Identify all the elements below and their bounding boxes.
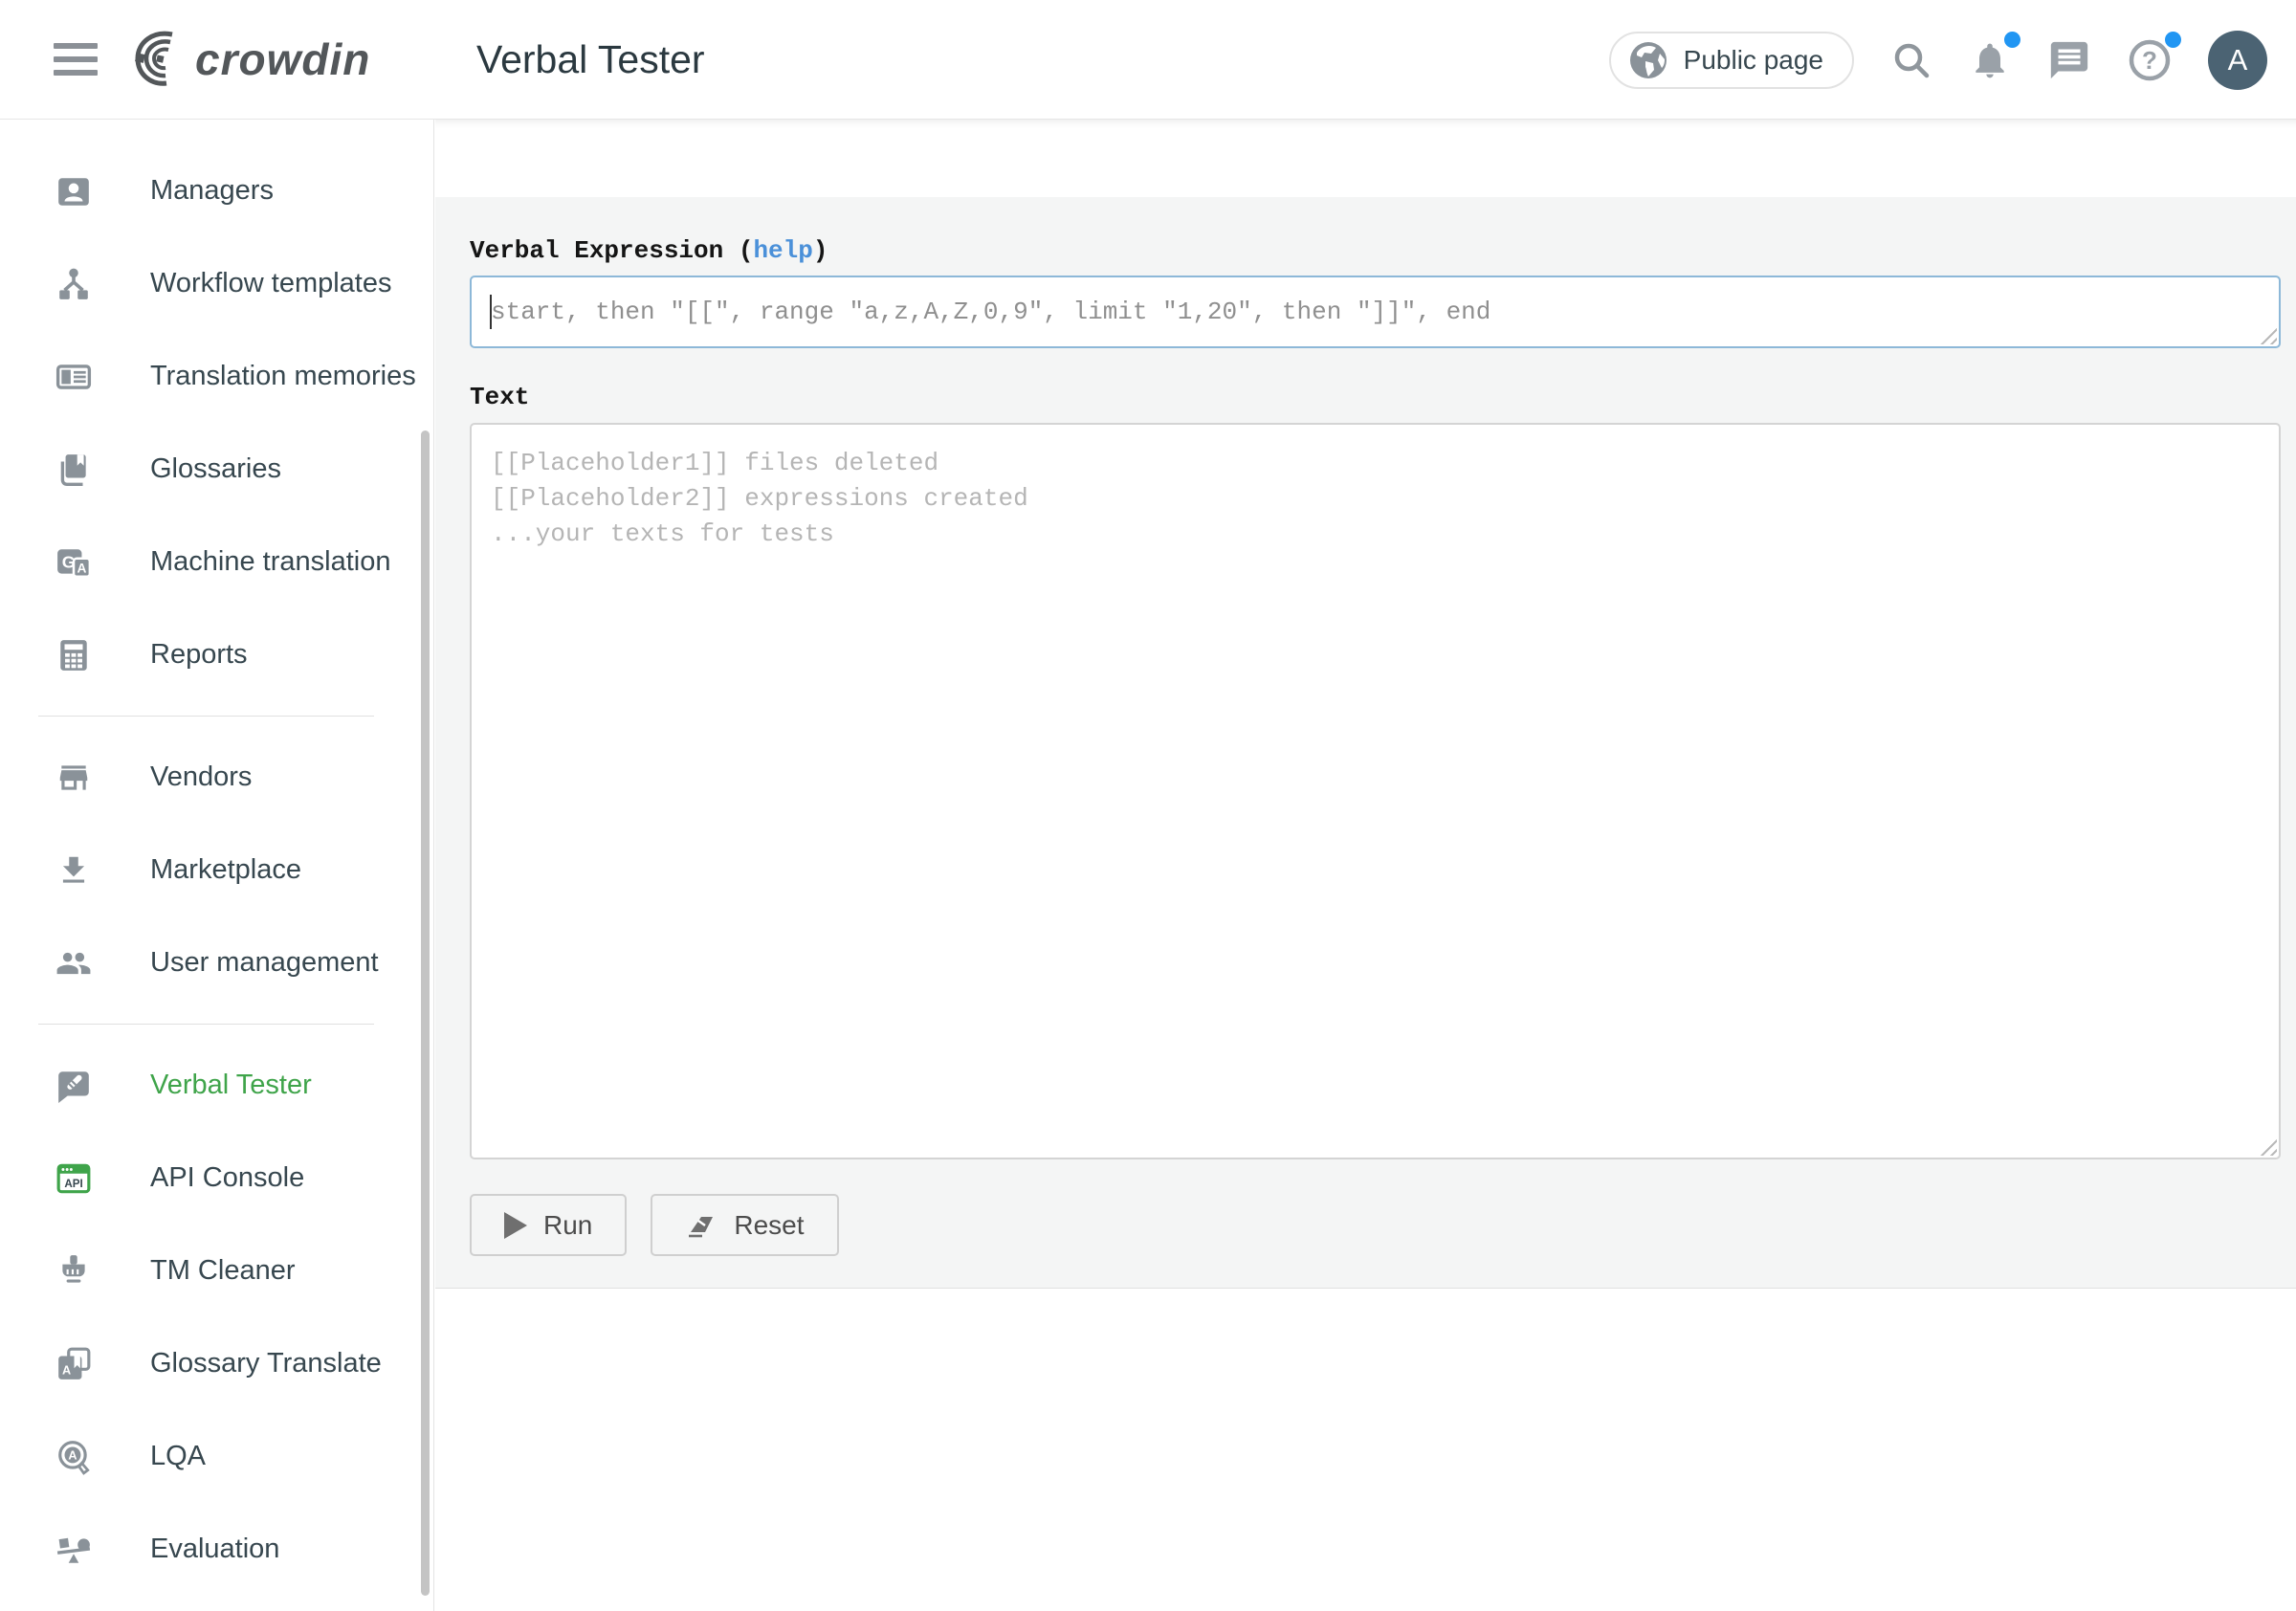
sidebar-item-label: Glossary Translate: [150, 1348, 382, 1379]
expression-input-wrap: [470, 276, 2281, 348]
run-button-label: Run: [543, 1210, 592, 1241]
svg-text:?: ?: [2142, 46, 2157, 75]
sidebar-item-managers[interactable]: Managers: [0, 144, 433, 237]
sidebar-item-label: Translation memories: [150, 361, 416, 392]
sidebar-divider: [38, 716, 374, 717]
translation-memories-icon: [55, 358, 93, 396]
glossary-translate-icon: A: [55, 1345, 93, 1383]
help-notification-dot: [2165, 32, 2181, 48]
sidebar-item-label: TM Cleaner: [150, 1255, 296, 1287]
sidebar-item-label: Vendors: [150, 761, 252, 793]
sidebar-item-label: API Console: [150, 1162, 304, 1194]
globe-icon: [1628, 40, 1668, 80]
crowdin-wordmark: crowdin: [195, 33, 370, 85]
sidebar-item-lqa[interactable]: A LQA: [0, 1410, 433, 1503]
actions-row: Run Reset: [470, 1194, 2281, 1256]
page-title: Verbal Tester: [476, 37, 705, 82]
verbal-expression-input[interactable]: [470, 276, 2281, 348]
sidebar-item-label: Workflow templates: [150, 268, 392, 299]
help-button[interactable]: ?: [2128, 38, 2172, 82]
hamburger-menu-icon[interactable]: [54, 43, 98, 76]
svg-text:A: A: [62, 1363, 71, 1377]
sidebar-item-label: Reports: [150, 639, 248, 671]
avatar[interactable]: A: [2208, 31, 2267, 90]
tm-cleaner-icon: [55, 1252, 93, 1291]
sidebar-item-marketplace[interactable]: Marketplace: [0, 824, 433, 916]
evaluation-icon: [55, 1531, 93, 1569]
lqa-icon: A: [55, 1438, 93, 1476]
sidebar: Managers Workflow templates: [0, 120, 434, 1611]
app-window: crowdin Verbal Tester Public page: [0, 0, 2296, 1611]
sidebar-item-label: Glossaries: [150, 453, 281, 485]
reports-icon: [55, 636, 93, 674]
text-caret: [490, 295, 492, 329]
sidebar-item-machine-translation[interactable]: G A Machine translation: [0, 516, 433, 608]
main-content: Verbal Expression (help) Text Run: [435, 120, 2296, 1611]
eraser-icon: [685, 1211, 718, 1240]
sidebar-item-label: User management: [150, 947, 379, 979]
sidebar-item-user-management[interactable]: User management: [0, 916, 433, 1009]
vendors-icon: [55, 759, 93, 797]
managers-icon: [55, 172, 93, 210]
workflow-icon: [55, 265, 93, 303]
verbal-tester-panel: Verbal Expression (help) Text Run: [435, 197, 2296, 1289]
header-actions: Public page: [1609, 0, 2267, 120]
play-icon: [504, 1212, 527, 1239]
search-button[interactable]: [1890, 39, 1932, 81]
user-management-icon: [55, 944, 93, 982]
text-label: Text: [470, 383, 2281, 411]
test-text-input[interactable]: [470, 423, 2281, 1159]
sidebar-item-glossaries[interactable]: Glossaries: [0, 423, 433, 516]
sidebar-item-tm-cleaner[interactable]: TM Cleaner: [0, 1225, 433, 1317]
svg-text:A: A: [68, 1448, 77, 1462]
verbal-tester-icon: [55, 1067, 93, 1105]
sidebar-item-label: LQA: [150, 1441, 206, 1472]
reset-button[interactable]: Reset: [651, 1194, 838, 1256]
svg-text:A: A: [77, 561, 86, 575]
sidebar-item-label: Machine translation: [150, 546, 390, 578]
sidebar-item-evaluation[interactable]: Evaluation: [0, 1503, 433, 1596]
api-console-icon: API: [55, 1159, 93, 1198]
public-page-button[interactable]: Public page: [1609, 32, 1854, 89]
notification-dot: [2004, 32, 2020, 48]
notifications-button[interactable]: [1969, 38, 2011, 82]
sidebar-item-reports[interactable]: Reports: [0, 608, 433, 701]
glossaries-icon: [55, 451, 93, 489]
reset-button-label: Reset: [734, 1210, 804, 1241]
sidebar-item-workflow-templates[interactable]: Workflow templates: [0, 237, 433, 330]
crowdin-logo[interactable]: crowdin: [130, 29, 370, 90]
svg-text:API: API: [64, 1177, 82, 1189]
run-button[interactable]: Run: [470, 1194, 627, 1256]
top-header: crowdin Verbal Tester Public page: [0, 0, 2296, 120]
sidebar-item-vendors[interactable]: Vendors: [0, 731, 433, 824]
avatar-letter: A: [2228, 43, 2248, 77]
help-link[interactable]: help: [753, 236, 812, 265]
sidebar-item-api-console[interactable]: API API Console: [0, 1132, 433, 1225]
machine-translation-icon: G A: [55, 543, 93, 582]
crowdin-bird-icon: [130, 29, 186, 90]
public-page-label: Public page: [1684, 45, 1823, 76]
text-input-wrap: [470, 423, 2281, 1159]
sidebar-item-glossary-translate[interactable]: A Glossary Translate: [0, 1317, 433, 1410]
sidebar-item-label: Managers: [150, 175, 274, 207]
sidebar-item-translation-memories[interactable]: Translation memories: [0, 330, 433, 423]
sidebar-scrollbar[interactable]: [421, 430, 430, 1596]
sidebar-divider: [38, 1024, 374, 1025]
main-top-strip: [435, 120, 2296, 197]
marketplace-icon: [55, 851, 93, 890]
expression-label: Verbal Expression (help): [470, 236, 2281, 265]
sidebar-item-verbal-tester[interactable]: Verbal Tester: [0, 1039, 433, 1132]
sidebar-item-label: Evaluation: [150, 1534, 279, 1565]
sidebar-item-label: Marketplace: [150, 854, 301, 886]
header-left: crowdin: [0, 0, 434, 119]
sidebar-item-label: Verbal Tester: [150, 1070, 312, 1101]
messages-button[interactable]: [2047, 38, 2091, 82]
